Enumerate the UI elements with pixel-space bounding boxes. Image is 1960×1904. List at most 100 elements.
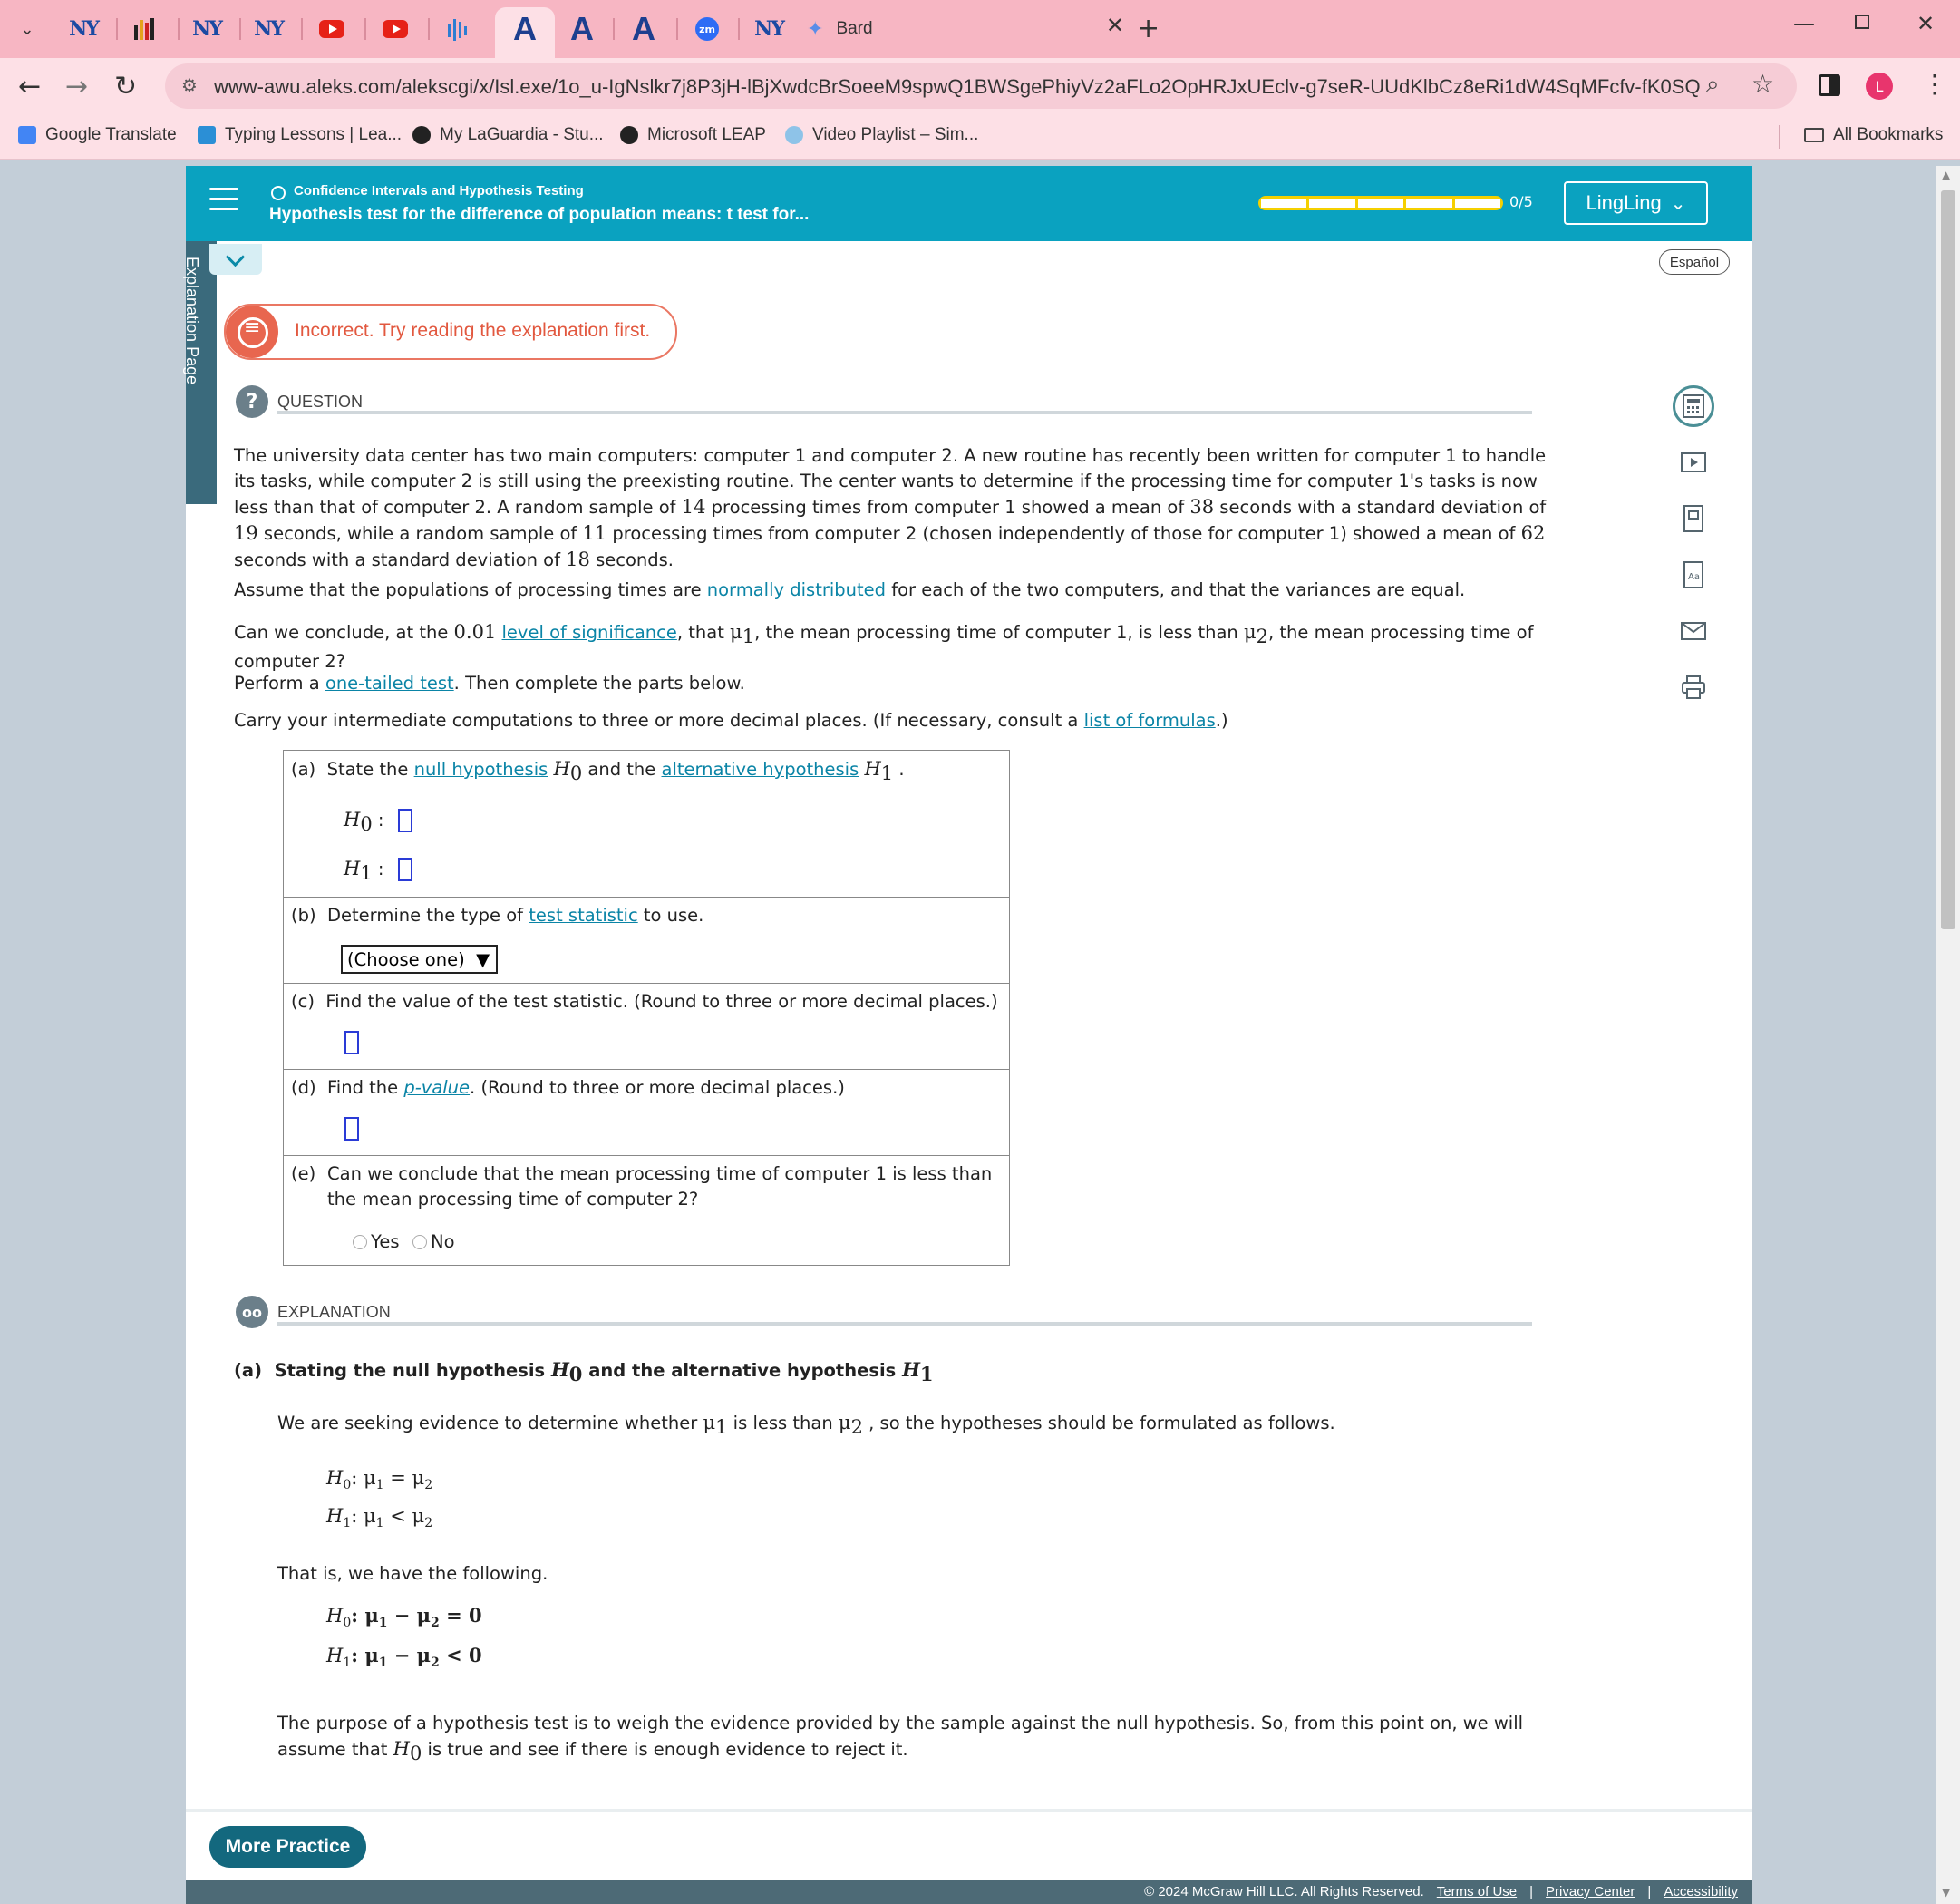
tab-ny-1[interactable]: NY xyxy=(65,13,102,45)
part-c-row: (c) Find the value of the test statistic… xyxy=(284,984,1009,1070)
null-hypothesis-link[interactable]: null hypothesis xyxy=(414,759,548,780)
zoom-icon[interactable]: ⌕ xyxy=(1706,71,1720,99)
yes-label: Yes xyxy=(371,1231,400,1252)
profile-avatar[interactable]: L xyxy=(1866,73,1893,100)
bookmark-typing-lessons[interactable]: Typing Lessons | Lea... xyxy=(198,125,402,145)
typing-icon xyxy=(198,126,216,144)
copyright-text: © 2024 McGraw Hill LLC. All Rights Reser… xyxy=(1144,1884,1424,1899)
tab-bard-label: Bard xyxy=(836,19,873,38)
scrollbar-thumb[interactable] xyxy=(1941,190,1955,929)
scroll-up-arrow-icon[interactable]: ▲ xyxy=(1942,169,1950,181)
feedback-text: Incorrect. Try reading the explanation f… xyxy=(295,320,651,341)
print-button[interactable] xyxy=(1673,666,1714,708)
forward-button[interactable]: → xyxy=(65,71,88,102)
url-text[interactable]: www-awu.aleks.com/alekscgi/x/Isl.exe/1o_… xyxy=(214,75,1701,99)
chevron-down-icon: ⌄ xyxy=(20,19,34,39)
tab-waveform[interactable] xyxy=(439,13,475,45)
tab-ny-3[interactable]: NY xyxy=(250,13,286,45)
bookmark-label: Google Translate xyxy=(45,125,177,144)
part-c-prompt: (c) Find the value of the test statistic… xyxy=(291,991,998,1012)
tab-aleks-3[interactable]: A xyxy=(626,10,662,47)
test-statistic-select[interactable]: (Choose one) ▼ xyxy=(341,945,498,974)
explanation-paragraph-1: We are seeking evidence to determine whe… xyxy=(277,1412,1335,1438)
menu-icon[interactable] xyxy=(209,188,238,211)
bookmark-label: Microsoft LEAP xyxy=(647,125,766,144)
accessibility-link[interactable]: Accessibility xyxy=(1664,1884,1738,1899)
waveform-favicon-icon xyxy=(448,19,467,41)
aleks-page: Confidence Intervals and Hypothesis Test… xyxy=(183,166,1752,1904)
scroll-down-arrow-icon[interactable]: ▼ xyxy=(1942,1886,1950,1899)
message-button[interactable] xyxy=(1673,610,1714,652)
normally-distributed-link[interactable]: normally distributed xyxy=(707,579,886,600)
h0-answer-box[interactable] xyxy=(398,809,412,832)
alternative-hypothesis-link[interactable]: alternative hypothesis xyxy=(662,759,859,780)
tab-aleks-2[interactable]: A xyxy=(564,10,600,47)
video-button[interactable] xyxy=(1673,442,1714,483)
all-bookmarks[interactable]: All Bookmarks xyxy=(1804,125,1943,145)
globe-icon xyxy=(412,126,431,144)
browser-menu-icon[interactable]: ⋮ xyxy=(1922,69,1947,99)
topic-title: Confidence Intervals and Hypothesis Test… xyxy=(294,183,584,199)
tab-chart[interactable] xyxy=(127,13,163,45)
tab-ny-4[interactable]: NY xyxy=(751,13,787,45)
test-statistic-link[interactable]: test statistic xyxy=(529,905,637,926)
h1-answer-box[interactable] xyxy=(398,858,412,881)
h1-label: H1 : xyxy=(344,858,384,884)
back-button[interactable]: ← xyxy=(18,71,41,102)
close-tab-icon[interactable]: ✕ xyxy=(1106,13,1124,38)
dropdown-arrow-icon: ▼ xyxy=(476,948,490,970)
collapse-header-button[interactable] xyxy=(209,244,262,275)
level-of-significance-link[interactable]: level of significance xyxy=(502,622,677,643)
espanol-button[interactable]: Español xyxy=(1659,249,1730,275)
calculator-button[interactable] xyxy=(1673,385,1714,427)
glasses-icon: oo xyxy=(236,1296,268,1328)
no-radio[interactable] xyxy=(412,1235,427,1249)
more-practice-button[interactable]: More Practice xyxy=(209,1826,366,1868)
one-tailed-test-link[interactable]: one-tailed test xyxy=(325,673,454,694)
privacy-center-link[interactable]: Privacy Center xyxy=(1546,1884,1635,1899)
yes-radio[interactable] xyxy=(353,1235,367,1249)
reload-button[interactable]: ↻ xyxy=(114,71,137,102)
tab-youtube-2[interactable] xyxy=(377,13,413,45)
close-window-button[interactable]: ✕ xyxy=(1916,11,1935,36)
difference-h0-equation: H0: μ1 − μ2 = 0 xyxy=(326,1604,482,1631)
address-bar[interactable]: ⚙ www-awu.aleks.com/alekscgi/x/Isl.exe/1… xyxy=(165,63,1797,109)
bookmark-my-laguardia[interactable]: My LaGuardia - Stu... xyxy=(412,125,604,145)
tab-youtube-1[interactable] xyxy=(314,13,350,45)
dictionary-button[interactable]: Aa xyxy=(1673,554,1714,596)
playlist-icon xyxy=(785,126,803,144)
list-of-formulas-link[interactable]: list of formulas xyxy=(1084,710,1216,731)
part-a-row: (a) State the null hypothesis H0 and the… xyxy=(284,751,1009,898)
tab-bard[interactable]: ✦ Bard ✕ xyxy=(807,13,1124,45)
tab-search-button[interactable]: ⌄ xyxy=(9,13,45,45)
bookmark-microsoft-leap[interactable]: Microsoft LEAP xyxy=(620,125,766,145)
terms-of-use-link[interactable]: Terms of Use xyxy=(1437,1884,1517,1899)
ny-favicon-icon: NY xyxy=(254,17,285,41)
ny-favicon-icon: NY xyxy=(754,17,785,41)
aleks-favicon-icon: A xyxy=(513,10,537,47)
tab-zoom[interactable]: zm xyxy=(689,13,725,45)
bookmark-google-translate[interactable]: Google Translate xyxy=(18,125,177,145)
explanation-paragraph-2: The purpose of a hypothesis test is to w… xyxy=(277,1713,1524,1764)
minimize-button[interactable]: — xyxy=(1793,11,1815,36)
site-info-icon[interactable]: ⚙ xyxy=(181,74,198,96)
progress-bar xyxy=(1258,196,1503,210)
bookmark-star-icon[interactable]: ☆ xyxy=(1751,69,1774,99)
question-heading-label: QUESTION xyxy=(277,392,364,411)
folder-icon xyxy=(1804,128,1824,142)
user-menu-button[interactable]: LingLing ⌄ xyxy=(1564,181,1708,225)
progress-label: 0/5 xyxy=(1509,193,1533,210)
maximize-button[interactable] xyxy=(1855,15,1869,29)
globe-icon xyxy=(620,126,638,144)
test-statistic-answer-box[interactable] xyxy=(344,1031,359,1054)
new-tab-button[interactable]: + xyxy=(1137,13,1160,44)
aleks-favicon-icon: A xyxy=(632,10,655,47)
textbook-button[interactable] xyxy=(1673,498,1714,539)
explanation-page-label: Explanation Page xyxy=(183,257,201,385)
bookmark-video-playlist[interactable]: Video Playlist – Sim... xyxy=(785,125,978,145)
side-panel-icon[interactable] xyxy=(1819,74,1840,96)
tab-ny-2[interactable]: NY xyxy=(189,13,225,45)
p-value-link[interactable]: p-value xyxy=(403,1077,470,1098)
p-value-answer-box[interactable] xyxy=(344,1117,359,1141)
question-paragraph-2: Assume that the populations of processin… xyxy=(234,579,1466,600)
